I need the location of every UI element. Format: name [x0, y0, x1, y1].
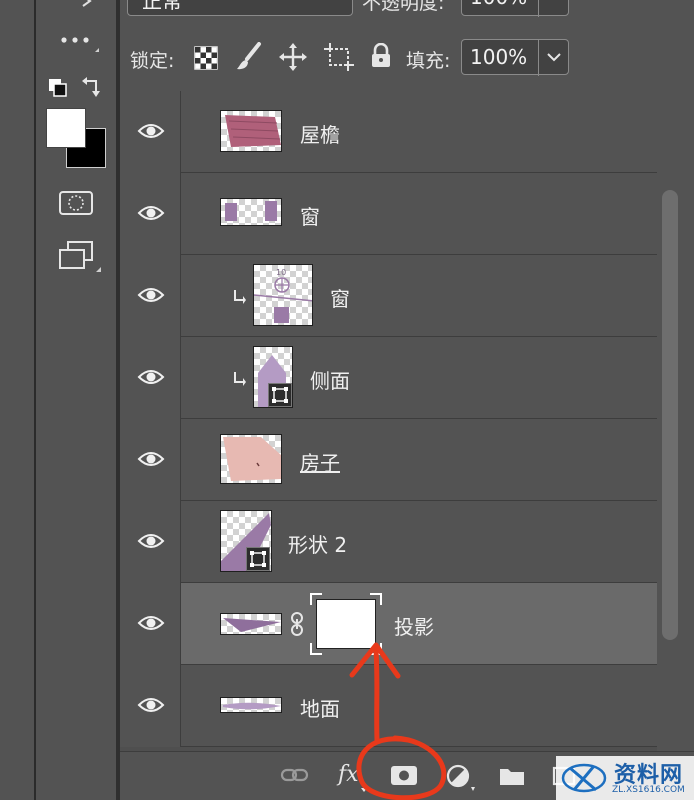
annotation-arrow [373, 647, 380, 743]
watermark: 资料网 ZL.XS1616.COM [556, 756, 694, 800]
annotation-overlay [349, 642, 447, 800]
watermark-url: ZL.XS1616.COM [612, 785, 685, 795]
watermark-logo [561, 763, 607, 793]
annotation-circle [356, 735, 447, 800]
